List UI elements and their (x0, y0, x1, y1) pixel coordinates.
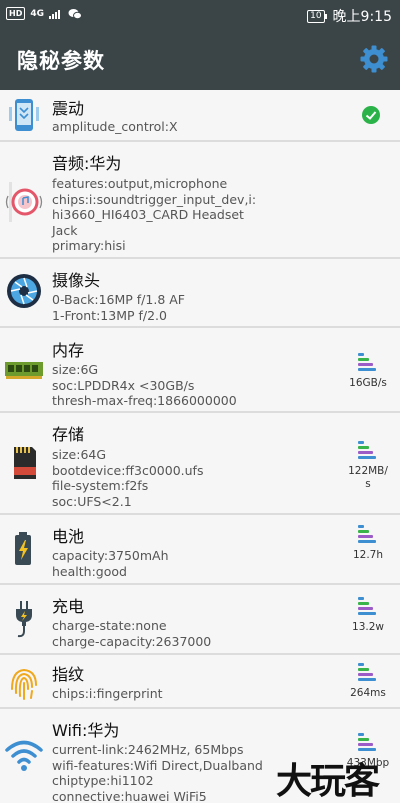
list-item-vibration[interactable]: 震动 amplitude_control:X (0, 90, 400, 142)
metric-badge: 13.2w (342, 597, 394, 634)
item-name: Wifi:华为 (52, 721, 120, 740)
item-name: 内存 (52, 341, 85, 360)
item-details: amplitude_control:X (52, 119, 342, 135)
metric-value: 16GB/s (349, 377, 387, 389)
wechat-icon (68, 8, 82, 19)
battery-icon: 10 (307, 9, 327, 23)
detail-line: soc:UFS<2.1 (52, 493, 132, 509)
detail-line: charge-state:none (52, 618, 167, 633)
metric-bars-icon (358, 525, 378, 543)
metric-bars-icon (358, 353, 378, 371)
page-title: 隐秘参数 (17, 49, 105, 73)
charger-plug-icon (16, 601, 32, 638)
status-right: 10 晚上9:15 (307, 6, 392, 26)
memory-chip-icon (5, 362, 43, 379)
item-name: 充电 (52, 597, 85, 616)
sd-card-icon (14, 447, 36, 479)
detail-line: 0-Back:16MP f/1.8 AF (52, 292, 185, 307)
list-item-battery[interactable]: 电池 capacity:3750mAh health:good 12.7h (0, 515, 400, 585)
list-item-audio[interactable]: 音频:华为 features:output,microphone chips:i… (0, 142, 400, 259)
metric-value: 13.2w (352, 621, 384, 633)
detail-line: charge-capacity:2637000 (52, 633, 212, 649)
metric-badge: 264ms (342, 663, 394, 700)
detail-line: file-system:f2fs (52, 478, 149, 493)
detail-line: size:64G (52, 447, 107, 462)
metric-value: 264ms (350, 687, 386, 699)
metric-bars-icon (358, 441, 378, 459)
list-item-memory[interactable]: 内存 size:6G soc:LPDDR4x <30GB/s thresh-ma… (0, 328, 400, 413)
detail-line: bootdevice:ff3c0000.ufs (52, 462, 204, 478)
hd-badge: HD (6, 7, 26, 20)
detail-line: amplitude_control:X (52, 119, 178, 134)
metric-value: 12.7h (352, 549, 384, 561)
detail-line: features:output,microphone (52, 176, 228, 191)
fingerprint-icon (11, 668, 37, 700)
app-toolbar: 隐秘参数 (0, 30, 400, 90)
item-name: 震动 (52, 99, 85, 118)
watermark-logo: 大玩客 (276, 761, 380, 802)
metric-badge: 12.7h (342, 525, 394, 562)
status-left: HD 4G (6, 7, 82, 20)
list-item-charging[interactable]: 充电 charge-state:none charge-capacity:263… (0, 585, 400, 655)
settings-gear-icon[interactable] (359, 44, 389, 74)
battery-level: 10 (307, 9, 325, 23)
wifi-icon (5, 740, 43, 771)
detail-line: soc:LPDDR4x <30GB/s (52, 377, 195, 393)
audio-speaker-icon (5, 182, 43, 222)
list-item-camera[interactable]: 摄像头 0-Back:16MP f/1.8 AF 1-Front:13MP f/… (0, 259, 400, 328)
item-details: chips:i:fingerprint (52, 686, 342, 702)
item-name: 存储 (52, 425, 85, 444)
item-details: capacity:3750mAh health:good (52, 548, 342, 579)
vibration-phone-icon (9, 99, 39, 131)
metric-value: 122MB/ s (348, 465, 388, 490)
metric-bars-icon (358, 663, 378, 681)
metric-badge: 122MB/ s (342, 441, 394, 491)
list-item-storage[interactable]: 存储 size:64G bootdevice:ff3c0000.ufs file… (0, 413, 400, 515)
battery-charging-icon (15, 532, 31, 565)
clock: 晚上9:15 (332, 9, 392, 25)
metric-bars-icon (358, 733, 378, 751)
metric-badge: 16GB/s (342, 353, 394, 390)
item-name: 指纹 (52, 665, 85, 684)
item-details: features:output,microphone chips:i:sound… (52, 176, 342, 254)
item-name: 摄像头 (52, 271, 101, 290)
item-details: size:6G soc:LPDDR4x <30GB/s thresh-max-f… (52, 362, 342, 409)
item-name: 电池 (52, 527, 85, 546)
detail-line: chips:i:fingerprint (52, 686, 163, 701)
signal-icon (49, 9, 60, 19)
detail-line: chips:i:soundtrigger_input_dev,i: hi3660… (52, 191, 257, 238)
detail-line: size:6G (52, 362, 99, 377)
item-details: charge-state:none charge-capacity:263700… (52, 618, 342, 649)
detail-line: health:good (52, 563, 127, 579)
detail-line: 1-Front:13MP f/2.0 (52, 307, 167, 323)
list-item-fingerprint[interactable]: 指纹 chips:i:fingerprint 264ms (0, 655, 400, 709)
camera-aperture-icon (7, 274, 41, 308)
item-details: 0-Back:16MP f/1.8 AF 1-Front:13MP f/2.0 (52, 292, 342, 323)
detail-line: capacity:3750mAh (52, 548, 169, 563)
detail-line: primary:hisi (52, 238, 126, 253)
metric-bars-icon (358, 597, 378, 615)
network-label: 4G (30, 8, 44, 19)
item-name: 音频:华为 (52, 154, 122, 173)
detail-line: thresh-max-freq:1866000000 (52, 393, 237, 408)
item-details: size:64G bootdevice:ff3c0000.ufs file-sy… (52, 447, 342, 509)
checkmark-icon (362, 106, 380, 124)
status-bar: HD 4G 10 晚上9:15 (0, 0, 400, 30)
